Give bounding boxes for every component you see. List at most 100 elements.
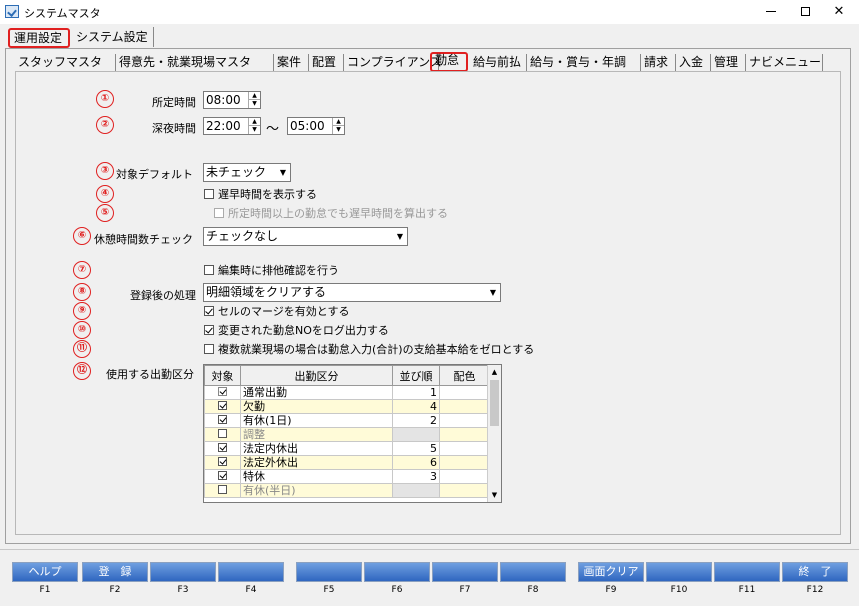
row-narabi-jun-cell[interactable]: 5	[392, 441, 440, 456]
fkey-f1-button[interactable]: ヘルプ	[12, 562, 78, 582]
row-narabi-jun-cell[interactable]: 2	[392, 413, 440, 428]
checkbox-icon[interactable]	[218, 428, 227, 438]
checkbox-icon[interactable]	[218, 484, 227, 494]
checkbox-checked-icon[interactable]	[218, 470, 227, 480]
grid-vertical-scrollbar[interactable]: ▲ ▼	[487, 365, 501, 502]
log-output-checkbox[interactable]: 変更された勤怠NOをログ出力する	[204, 324, 389, 337]
checkbox-checked-icon[interactable]	[218, 442, 227, 452]
fkey-f4-button[interactable]	[218, 562, 284, 582]
fkey-f8-button[interactable]	[500, 562, 566, 582]
fkey-f2-button[interactable]: 登 録	[82, 562, 148, 582]
row-haishoku-cell[interactable]	[439, 427, 490, 442]
checkbox-checked-icon[interactable]	[218, 386, 227, 396]
fkey-f11-button[interactable]	[714, 562, 780, 582]
row-haishoku-cell[interactable]	[439, 469, 490, 484]
subtab-compliance[interactable]: コンプライアンス	[347, 54, 442, 72]
row-taisho-cell[interactable]	[204, 469, 241, 484]
fkey-f5-button[interactable]	[296, 562, 362, 582]
subtab-kyuyo-maebarai[interactable]: 給与前払	[473, 54, 527, 72]
tab-unyo-settei[interactable]: 運用設定	[8, 28, 70, 48]
row-taisho-cell[interactable]	[204, 385, 241, 400]
window-title: システムマスタ	[24, 7, 101, 20]
col-header-taisho[interactable]: 対象	[204, 365, 241, 386]
chikoku-display-checkbox[interactable]: 遅早時間を表示する	[204, 188, 317, 201]
col-header-shukkin-kubun[interactable]: 出勤区分	[240, 365, 393, 386]
subtab-haichi[interactable]: 配置	[312, 54, 344, 72]
shinya-from-spinner[interactable]: ▲ ▼	[248, 118, 260, 134]
tab-system-settei[interactable]: システム設定	[72, 27, 154, 47]
merge-checkbox[interactable]: セルのマージを有効とする	[204, 305, 349, 318]
row-haishoku-cell[interactable]	[439, 483, 490, 498]
checkbox-checked-icon[interactable]	[218, 414, 227, 424]
shukkin-kubun-label: 使用する出勤区分	[106, 368, 194, 381]
shinya-to-spinner[interactable]: ▲ ▼	[332, 118, 344, 134]
table-row[interactable]: 法定内休出 5	[204, 441, 490, 456]
row-haishoku-cell[interactable]	[439, 399, 490, 414]
fkey-f7-button[interactable]	[432, 562, 498, 582]
row-narabi-jun-cell[interactable]: 6	[392, 455, 440, 470]
subtab-anken[interactable]: 案件	[277, 54, 309, 72]
kyukei-check-select[interactable]: チェックなし ▼	[203, 227, 408, 246]
row-haishoku-cell[interactable]	[439, 441, 490, 456]
haita-checkbox[interactable]: 編集時に排他確認を行う	[204, 264, 339, 277]
row-taisho-cell[interactable]	[204, 441, 241, 456]
row-shukkin-kubun-cell: 法定内休出	[240, 441, 393, 456]
row-narabi-jun-cell[interactable]: 1	[392, 385, 440, 400]
shotei-jikan-input[interactable]: 08:00 ▲ ▼	[203, 91, 261, 109]
subtab-kyuyo-shoyo[interactable]: 給与・賞与・年調	[530, 54, 641, 72]
row-taisho-cell[interactable]	[204, 427, 241, 442]
table-row[interactable]: 有休(1日) 2	[204, 413, 490, 428]
scroll-down-icon[interactable]: ▼	[488, 488, 501, 502]
subtab-tokuisaki-master[interactable]: 得意先・就業現場マスタ	[119, 54, 274, 72]
subtab-navi-menu[interactable]: ナビメニュー	[749, 54, 823, 72]
scroll-up-icon[interactable]: ▲	[488, 365, 501, 379]
fkey-f12-button[interactable]: 終 了	[782, 562, 848, 582]
minimize-button[interactable]	[754, 0, 788, 24]
toroku-go-value: 明細領域をクリアする	[206, 285, 327, 299]
fkey-f6-button[interactable]	[364, 562, 430, 582]
scroll-thumb[interactable]	[490, 380, 499, 426]
row-haishoku-cell[interactable]	[439, 385, 490, 400]
table-row[interactable]: 調整	[204, 427, 490, 442]
row-haishoku-cell[interactable]	[439, 413, 490, 428]
shinya-to-input[interactable]: 05:00 ▲ ▼	[287, 117, 345, 135]
fukusu-genba-checkbox[interactable]: 複数就業現場の場合は勤怠入力(合計)の支給基本給をゼロとする	[204, 343, 534, 356]
table-row[interactable]: 法定外休出 6	[204, 455, 490, 470]
subtab-nyukin[interactable]: 入金	[679, 54, 711, 72]
subtab-seikyu[interactable]: 請求	[644, 54, 676, 72]
subtab-kanri[interactable]: 管理	[714, 54, 746, 72]
table-row[interactable]: 特休 3	[204, 469, 490, 484]
subtab-kintai[interactable]: 勤怠	[430, 52, 468, 72]
row-narabi-jun-cell[interactable]: 4	[392, 399, 440, 414]
maximize-button[interactable]	[788, 0, 822, 24]
col-header-narabi-jun[interactable]: 並び順	[392, 365, 440, 386]
fkey-f9-button[interactable]: 画面クリア	[578, 562, 644, 582]
col-header-haishoku[interactable]: 配色	[439, 365, 490, 386]
shukkin-kubun-grid[interactable]: 対象 出勤区分 並び順 配色 通常出勤 1 欠勤 4 有休(1日) 2 調整 法定内休出 5 法定…	[203, 364, 502, 503]
checkbox-checked-icon[interactable]	[218, 400, 227, 410]
close-button[interactable]: ✕	[822, 0, 856, 24]
checkbox-checked-icon	[204, 306, 214, 316]
shinya-from-input[interactable]: 22:00 ▲ ▼	[203, 117, 261, 135]
maximize-icon	[800, 7, 810, 16]
row-taisho-cell[interactable]	[204, 413, 241, 428]
row-narabi-jun-cell[interactable]	[392, 427, 440, 442]
taisho-default-select[interactable]: 未チェック ▼	[203, 163, 291, 182]
row-taisho-cell[interactable]	[204, 483, 241, 498]
table-row[interactable]: 通常出勤 1	[204, 385, 490, 400]
row-taisho-cell[interactable]	[204, 455, 241, 470]
table-row[interactable]: 欠勤 4	[204, 399, 490, 414]
row-haishoku-cell[interactable]	[439, 455, 490, 470]
toroku-go-select[interactable]: 明細領域をクリアする ▼	[203, 283, 501, 302]
checkbox-checked-icon[interactable]	[218, 456, 227, 466]
fkey-f10-button[interactable]	[646, 562, 712, 582]
table-row[interactable]: 有休(半日)	[204, 483, 490, 498]
row-taisho-cell[interactable]	[204, 399, 241, 414]
chikoku-sub-checkbox[interactable]: 所定時間以上の勤怠でも遅早時間を算出する	[214, 207, 448, 220]
merge-label: セルのマージを有効とする	[218, 305, 350, 318]
fkey-f3-button[interactable]	[150, 562, 216, 582]
row-narabi-jun-cell[interactable]	[392, 483, 440, 498]
subtab-staff-master[interactable]: スタッフマスタ	[18, 54, 116, 72]
shotei-jikan-spinner[interactable]: ▲ ▼	[248, 92, 260, 108]
row-narabi-jun-cell[interactable]: 3	[392, 469, 440, 484]
